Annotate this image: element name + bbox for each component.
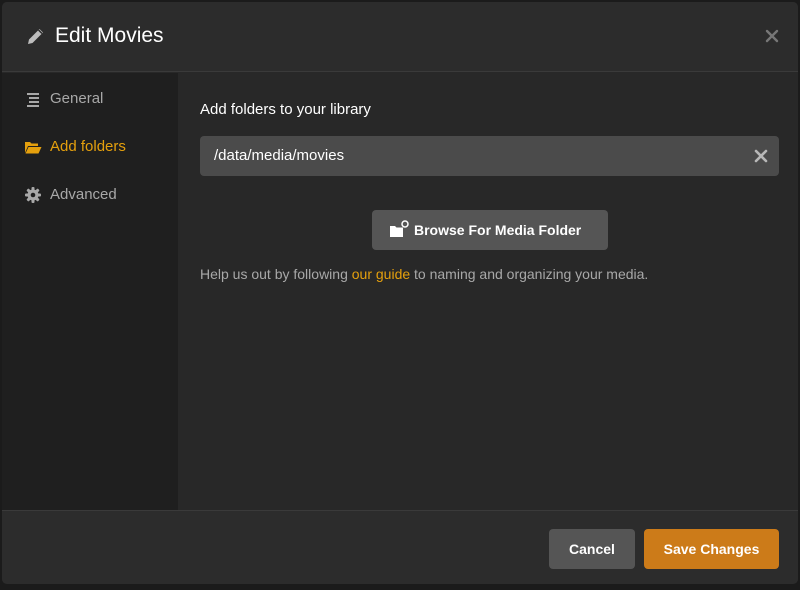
dialog-header: Edit Movies xyxy=(2,2,798,72)
folder-path-field[interactable]: /data/media/movies xyxy=(200,136,779,176)
folder-add-icon xyxy=(389,220,409,240)
folder-open-icon xyxy=(24,138,42,156)
help-text-suffix: to naming and organizing your media. xyxy=(410,266,649,282)
browse-folder-button[interactable]: Browse For Media Folder xyxy=(372,210,608,250)
sidebar: General Add folders Advanced xyxy=(2,73,178,510)
help-text: Help us out by following our guide to na… xyxy=(200,266,648,282)
sidebar-item-advanced[interactable]: Advanced xyxy=(2,177,178,213)
cancel-button[interactable]: Cancel xyxy=(549,529,635,569)
guide-link[interactable]: our guide xyxy=(352,266,410,282)
sidebar-item-general[interactable]: General xyxy=(2,81,178,117)
save-changes-button[interactable]: Save Changes xyxy=(644,529,779,569)
sidebar-item-label: Advanced xyxy=(50,186,117,203)
remove-icon[interactable] xyxy=(753,148,769,164)
gear-icon xyxy=(24,186,42,204)
pencil-icon xyxy=(26,26,46,46)
close-icon[interactable] xyxy=(764,28,780,44)
sidebar-item-label: Add folders xyxy=(50,138,126,155)
dialog-footer: Cancel Save Changes xyxy=(2,510,798,584)
browse-button-label: Browse For Media Folder xyxy=(414,222,582,238)
list-icon xyxy=(24,90,42,108)
folder-path: /data/media/movies xyxy=(214,147,345,164)
main-content: Add folders to your library /data/media/… xyxy=(178,73,798,510)
sidebar-item-add-folders[interactable]: Add folders xyxy=(2,129,178,165)
help-text-prefix: Help us out by following xyxy=(200,266,352,282)
sidebar-item-label: General xyxy=(50,90,104,107)
section-title: Add folders to your library xyxy=(200,101,371,118)
dialog-title: Edit Movies xyxy=(55,24,164,47)
edit-library-dialog: Edit Movies General Add folders Advanced… xyxy=(2,2,798,584)
